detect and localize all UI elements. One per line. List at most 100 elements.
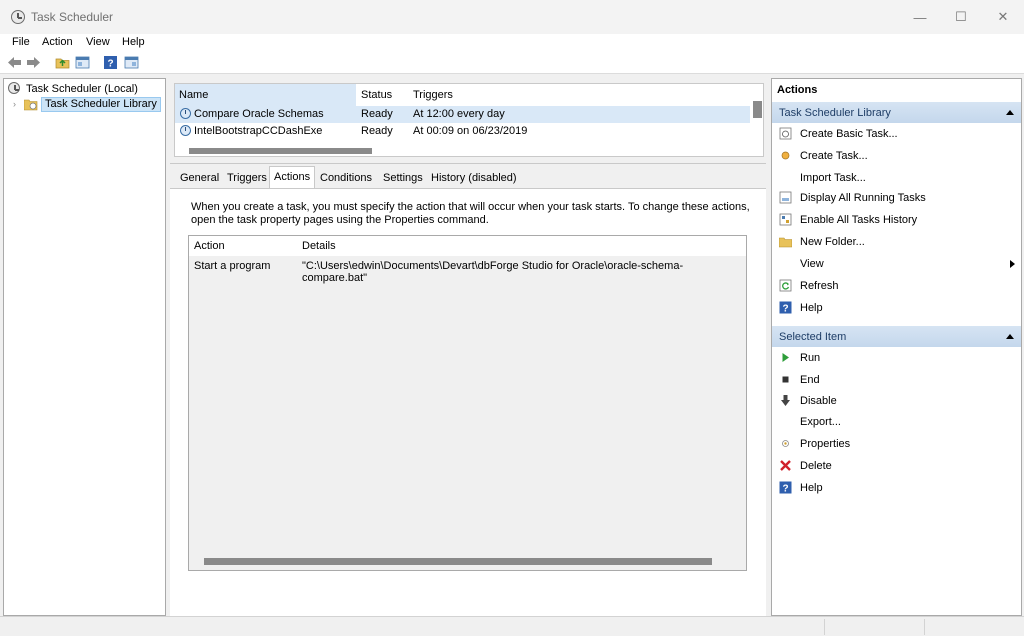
center-pane: Name Status Triggers Compare Oracle Sche… bbox=[170, 78, 766, 617]
action-label: Import Task... bbox=[800, 172, 866, 184]
run-icon bbox=[782, 353, 789, 362]
action-export[interactable]: Export... bbox=[772, 411, 1021, 433]
actions-pane: Actions Task Scheduler Library Create Ba… bbox=[771, 78, 1022, 616]
action-new-folder[interactable]: New Folder... bbox=[772, 231, 1021, 253]
task-trigger: At 12:00 every day bbox=[413, 108, 505, 120]
section-label: Selected Item bbox=[779, 331, 847, 343]
action-label: Display All Running Tasks bbox=[800, 192, 926, 204]
column-header-name[interactable]: Name bbox=[175, 84, 356, 106]
action-label: Properties bbox=[800, 438, 851, 450]
status-bar bbox=[0, 616, 1024, 636]
create-basic-task-icon bbox=[779, 127, 792, 140]
new-folder-icon bbox=[779, 237, 792, 248]
actions-table-header: Action Details bbox=[189, 236, 746, 256]
action-type: Start a program bbox=[194, 260, 271, 272]
status-divider bbox=[924, 619, 925, 635]
task-list-header: Name Status Triggers bbox=[175, 84, 763, 106]
actions-table-horizontal-scrollbar[interactable] bbox=[204, 558, 712, 565]
tab-general[interactable]: General bbox=[176, 170, 223, 189]
action-create-basic-task[interactable]: Create Basic Task... bbox=[772, 123, 1021, 145]
menu-file[interactable]: File bbox=[12, 36, 30, 48]
menu-action[interactable]: Action bbox=[42, 36, 73, 48]
folder-up-icon[interactable] bbox=[55, 55, 70, 70]
help-icon: ? bbox=[779, 481, 792, 494]
menu-help[interactable]: Help bbox=[122, 36, 145, 48]
clock-icon bbox=[8, 82, 20, 94]
forward-arrow-icon[interactable] bbox=[26, 55, 41, 70]
action-row[interactable]: Start a program "C:\Users\edwin\Document… bbox=[189, 256, 746, 284]
task-row-selected[interactable]: Compare Oracle Schemas Ready At 12:00 ev… bbox=[175, 106, 750, 123]
help-icon: ? bbox=[779, 301, 792, 314]
close-button[interactable]: ✕ bbox=[984, 4, 1022, 30]
section-label: Task Scheduler Library bbox=[779, 107, 891, 119]
task-list-vertical-scrollbar[interactable] bbox=[753, 101, 762, 118]
action-label: Help bbox=[800, 482, 823, 494]
action-enable-history[interactable]: Enable All Tasks History bbox=[772, 209, 1021, 231]
section-header-library[interactable]: Task Scheduler Library bbox=[772, 101, 1021, 123]
actions-pane-title: Actions bbox=[777, 84, 818, 96]
tab-triggers[interactable]: Triggers bbox=[223, 170, 271, 189]
task-name: Compare Oracle Schemas bbox=[194, 108, 324, 120]
actions-tab-body: When you create a task, you must specify… bbox=[170, 188, 766, 617]
action-create-task[interactable]: Create Task... bbox=[772, 145, 1021, 167]
status-divider bbox=[824, 619, 825, 635]
action-import-task[interactable]: Import Task... bbox=[772, 167, 1021, 189]
section-header-selected-item[interactable]: Selected Item bbox=[772, 325, 1021, 347]
tab-conditions[interactable]: Conditions bbox=[316, 170, 376, 189]
tab-settings[interactable]: Settings bbox=[379, 170, 427, 189]
task-status: Ready bbox=[361, 108, 393, 120]
tab-actions[interactable]: Actions bbox=[269, 166, 316, 189]
show-hide-console-tree-icon[interactable] bbox=[75, 55, 90, 70]
action-view[interactable]: View bbox=[772, 253, 1021, 275]
task-clock-icon bbox=[180, 125, 191, 136]
action-label: End bbox=[800, 374, 820, 386]
folder-clock-icon bbox=[24, 99, 38, 111]
action-label: Delete bbox=[800, 460, 832, 472]
action-help[interactable]: ? Help bbox=[772, 297, 1021, 319]
task-name: IntelBootstrapCCDashExe bbox=[194, 125, 323, 137]
action-label: Help bbox=[800, 302, 823, 314]
column-header-action[interactable]: Action bbox=[194, 240, 225, 252]
tab-history[interactable]: History (disabled) bbox=[427, 170, 521, 189]
menu-view[interactable]: View bbox=[86, 36, 110, 48]
show-hide-action-pane-icon[interactable] bbox=[124, 55, 139, 70]
tree-item-label: Task Scheduler Library bbox=[41, 97, 161, 112]
back-arrow-icon[interactable] bbox=[7, 55, 22, 70]
task-scheduler-icon bbox=[11, 10, 25, 24]
svg-text:?: ? bbox=[107, 59, 113, 70]
action-end[interactable]: End bbox=[772, 369, 1021, 391]
expand-chevron-icon[interactable]: › bbox=[13, 99, 16, 109]
history-icon bbox=[779, 213, 792, 226]
action-properties[interactable]: Properties bbox=[772, 433, 1021, 455]
column-header-triggers[interactable]: Triggers bbox=[409, 84, 609, 106]
action-label: Create Basic Task... bbox=[800, 128, 898, 140]
action-label: Refresh bbox=[800, 280, 839, 292]
action-disable[interactable]: Disable bbox=[772, 390, 1021, 412]
task-list: Name Status Triggers Compare Oracle Sche… bbox=[174, 83, 764, 157]
task-trigger: At 00:09 on 06/23/2019 bbox=[413, 125, 528, 137]
maximize-button[interactable]: ☐ bbox=[942, 4, 980, 30]
action-refresh[interactable]: Refresh bbox=[772, 275, 1021, 297]
action-label: Export... bbox=[800, 416, 841, 428]
tree-item-task-scheduler-library[interactable]: › Task Scheduler Library bbox=[4, 97, 164, 113]
collapse-triangle-icon[interactable] bbox=[1006, 110, 1014, 115]
collapse-triangle-icon[interactable] bbox=[1006, 334, 1014, 339]
help-icon[interactable]: ? bbox=[103, 55, 118, 70]
action-delete[interactable]: Delete bbox=[772, 455, 1021, 477]
action-display-running-tasks[interactable]: Display All Running Tasks bbox=[772, 187, 1021, 209]
tree-item-task-scheduler-local[interactable]: Task Scheduler (Local) bbox=[4, 81, 164, 97]
action-label: New Folder... bbox=[800, 236, 865, 248]
action-run[interactable]: Run bbox=[772, 347, 1021, 369]
svg-text:?: ? bbox=[782, 484, 788, 495]
action-label: Enable All Tasks History bbox=[800, 214, 918, 226]
svg-text:?: ? bbox=[782, 304, 788, 315]
minimize-button[interactable]: — bbox=[901, 4, 939, 30]
toolbar: ? bbox=[0, 52, 1024, 74]
submenu-arrow-icon bbox=[1010, 260, 1015, 268]
column-header-details[interactable]: Details bbox=[302, 240, 336, 252]
task-list-horizontal-scrollbar[interactable] bbox=[189, 148, 372, 154]
window-title: Task Scheduler bbox=[31, 10, 114, 24]
task-row[interactable]: IntelBootstrapCCDashExe Ready At 00:09 o… bbox=[175, 123, 750, 140]
action-help-selected[interactable]: ? Help bbox=[772, 477, 1021, 499]
column-header-status[interactable]: Status bbox=[357, 84, 407, 106]
